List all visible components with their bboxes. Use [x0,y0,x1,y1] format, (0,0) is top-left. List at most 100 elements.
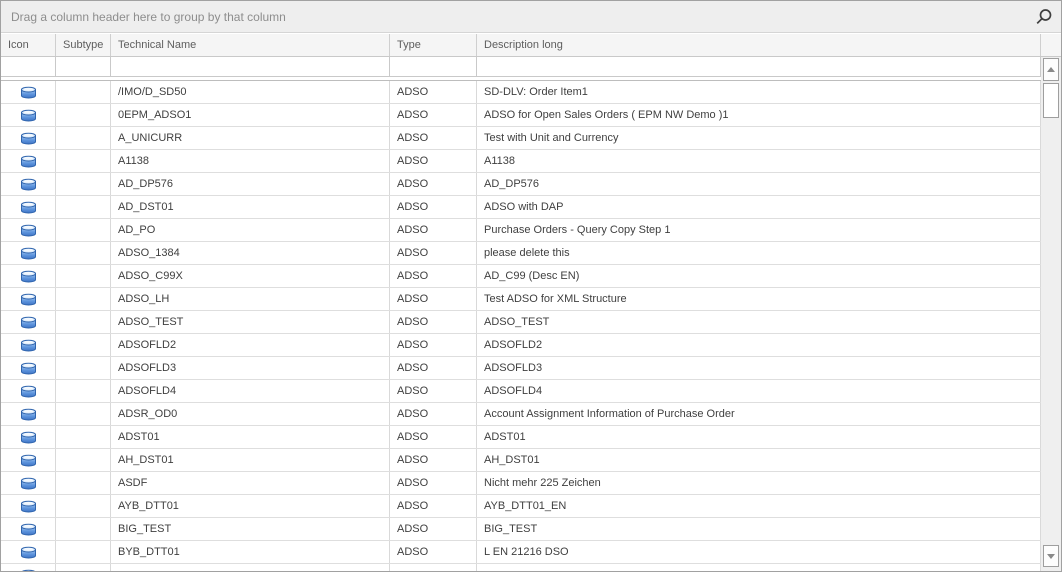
cell-technical-name[interactable]: AH_DST01 [111,449,390,471]
filter-cell-subtype[interactable] [56,57,111,76]
cell-description[interactable]: ADSOFLD2 [477,334,1041,356]
cell-description[interactable]: A1138 [477,150,1041,172]
row-icon-cell[interactable] [1,81,56,103]
table-row[interactable]: ADST01 ADSO ADST01 [1,426,1041,449]
cell-description[interactable]: ADSOFLD4 [477,380,1041,402]
column-header-subtype[interactable]: Subtype [56,34,111,56]
table-row[interactable] [1,564,1041,571]
cell-subtype[interactable] [56,127,111,149]
row-icon-cell[interactable] [1,334,56,356]
cell-subtype[interactable] [56,495,111,517]
cell-description[interactable] [477,564,1041,571]
cell-technical-name[interactable]: BYB_DTT01 [111,541,390,563]
row-icon-cell[interactable] [1,173,56,195]
cell-technical-name[interactable]: A_UNICURR [111,127,390,149]
table-row[interactable]: AD_DST01 ADSO ADSO with DAP [1,196,1041,219]
cell-description[interactable]: ADST01 [477,426,1041,448]
cell-description[interactable]: ADSO_TEST [477,311,1041,333]
cell-technical-name[interactable]: ADSO_C99X [111,265,390,287]
row-icon-cell[interactable] [1,426,56,448]
cell-type[interactable]: ADSO [390,311,477,333]
cell-subtype[interactable] [56,518,111,540]
cell-technical-name[interactable]: ADSO_TEST [111,311,390,333]
cell-type[interactable]: ADSO [390,173,477,195]
column-header-description-long[interactable]: Description long [477,34,1041,56]
row-icon-cell[interactable] [1,472,56,494]
cell-technical-name[interactable]: AD_DP576 [111,173,390,195]
cell-description[interactable]: Test with Unit and Currency [477,127,1041,149]
row-icon-cell[interactable] [1,127,56,149]
cell-subtype[interactable] [56,449,111,471]
cell-description[interactable]: Test ADSO for XML Structure [477,288,1041,310]
cell-type[interactable]: ADSO [390,81,477,103]
table-row[interactable]: A_UNICURR ADSO Test with Unit and Curren… [1,127,1041,150]
column-header-technical-name[interactable]: Technical Name [111,34,390,56]
group-by-panel[interactable]: Drag a column header here to group by th… [1,1,1061,33]
cell-subtype[interactable] [56,288,111,310]
cell-type[interactable]: ADSO [390,288,477,310]
cell-description[interactable]: Nicht mehr 225 Zeichen [477,472,1041,494]
cell-type[interactable]: ADSO [390,495,477,517]
cell-description[interactable]: AYB_DTT01_EN [477,495,1041,517]
row-icon-cell[interactable] [1,150,56,172]
cell-type[interactable]: ADSO [390,265,477,287]
cell-subtype[interactable] [56,564,111,571]
cell-subtype[interactable] [56,265,111,287]
cell-description[interactable]: L EN 21216 DSO [477,541,1041,563]
cell-type[interactable]: ADSO [390,242,477,264]
vertical-scrollbar[interactable] [1041,57,1061,571]
table-row[interactable]: ADSO_TEST ADSO ADSO_TEST [1,311,1041,334]
row-icon-cell[interactable] [1,311,56,333]
cell-subtype[interactable] [56,334,111,356]
cell-subtype[interactable] [56,81,111,103]
cell-technical-name[interactable]: ADST01 [111,426,390,448]
cell-technical-name[interactable] [111,564,390,571]
cell-description[interactable]: please delete this [477,242,1041,264]
column-header-icon[interactable]: Icon [1,34,56,56]
cell-subtype[interactable] [56,242,111,264]
cell-subtype[interactable] [56,541,111,563]
cell-technical-name[interactable]: ADSR_OD0 [111,403,390,425]
cell-type[interactable]: ADSO [390,426,477,448]
cell-technical-name[interactable]: ASDF [111,472,390,494]
scroll-thumb[interactable] [1043,83,1059,118]
cell-type[interactable]: ADSO [390,449,477,471]
cell-technical-name[interactable]: AD_DST01 [111,196,390,218]
cell-technical-name[interactable]: ADSO_1384 [111,242,390,264]
row-icon-cell[interactable] [1,219,56,241]
table-row[interactable]: ADSOFLD4 ADSO ADSOFLD4 [1,380,1041,403]
row-icon-cell[interactable] [1,242,56,264]
table-row[interactable]: AD_DP576 ADSO AD_DP576 [1,173,1041,196]
table-row[interactable]: BYB_DTT01 ADSO L EN 21216 DSO [1,541,1041,564]
row-icon-cell[interactable] [1,196,56,218]
table-row[interactable]: ADSOFLD3 ADSO ADSOFLD3 [1,357,1041,380]
filter-cell-technical-name[interactable] [111,57,390,76]
row-icon-cell[interactable] [1,265,56,287]
cell-technical-name[interactable]: ADSOFLD3 [111,357,390,379]
cell-type[interactable]: ADSO [390,196,477,218]
cell-subtype[interactable] [56,311,111,333]
cell-type[interactable]: ADSO [390,541,477,563]
cell-subtype[interactable] [56,219,111,241]
cell-type[interactable]: ADSO [390,472,477,494]
table-row[interactable]: ADSR_OD0 ADSO Account Assignment Informa… [1,403,1041,426]
cell-subtype[interactable] [56,380,111,402]
table-row[interactable]: AD_PO ADSO Purchase Orders - Query Copy … [1,219,1041,242]
cell-type[interactable]: ADSO [390,334,477,356]
scroll-up-button[interactable] [1043,58,1059,81]
cell-technical-name[interactable]: ADSOFLD4 [111,380,390,402]
cell-subtype[interactable] [56,403,111,425]
column-header-type[interactable]: Type [390,34,477,56]
cell-subtype[interactable] [56,357,111,379]
table-row[interactable]: ADSO_1384 ADSO please delete this [1,242,1041,265]
row-icon-cell[interactable] [1,518,56,540]
cell-subtype[interactable] [56,426,111,448]
cell-type[interactable]: ADSO [390,518,477,540]
row-icon-cell[interactable] [1,449,56,471]
table-row[interactable]: ADSOFLD2 ADSO ADSOFLD2 [1,334,1041,357]
row-icon-cell[interactable] [1,541,56,563]
row-icon-cell[interactable] [1,288,56,310]
cell-description[interactable]: Account Assignment Information of Purcha… [477,403,1041,425]
filter-cell-description[interactable] [477,57,1041,76]
cell-type[interactable]: ADSO [390,357,477,379]
